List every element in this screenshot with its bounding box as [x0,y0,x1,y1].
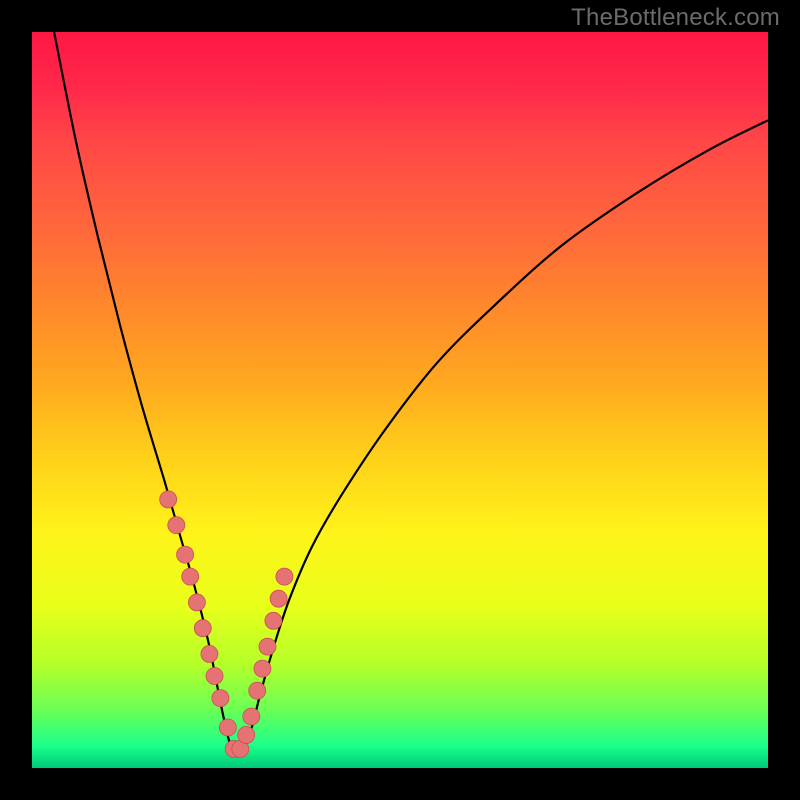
data-marker [206,668,223,685]
data-marker [238,726,255,743]
data-marker [259,638,276,655]
chart-frame: TheBottleneck.com [0,0,800,800]
data-marker [219,719,236,736]
data-marker [243,708,260,725]
markers-group [160,491,293,758]
data-marker [168,517,185,534]
data-marker [254,660,271,677]
chart-overlay [0,0,800,800]
data-marker [201,645,218,662]
data-marker [276,568,293,585]
bottleneck-curve [54,32,768,753]
data-marker [249,682,266,699]
data-marker [188,594,205,611]
data-marker [177,546,194,563]
data-marker [182,568,199,585]
watermark-text: TheBottleneck.com [571,4,780,32]
curve-group [54,32,768,753]
data-marker [265,612,282,629]
data-marker [194,620,211,637]
data-marker [212,690,229,707]
data-marker [160,491,177,508]
data-marker [270,590,287,607]
